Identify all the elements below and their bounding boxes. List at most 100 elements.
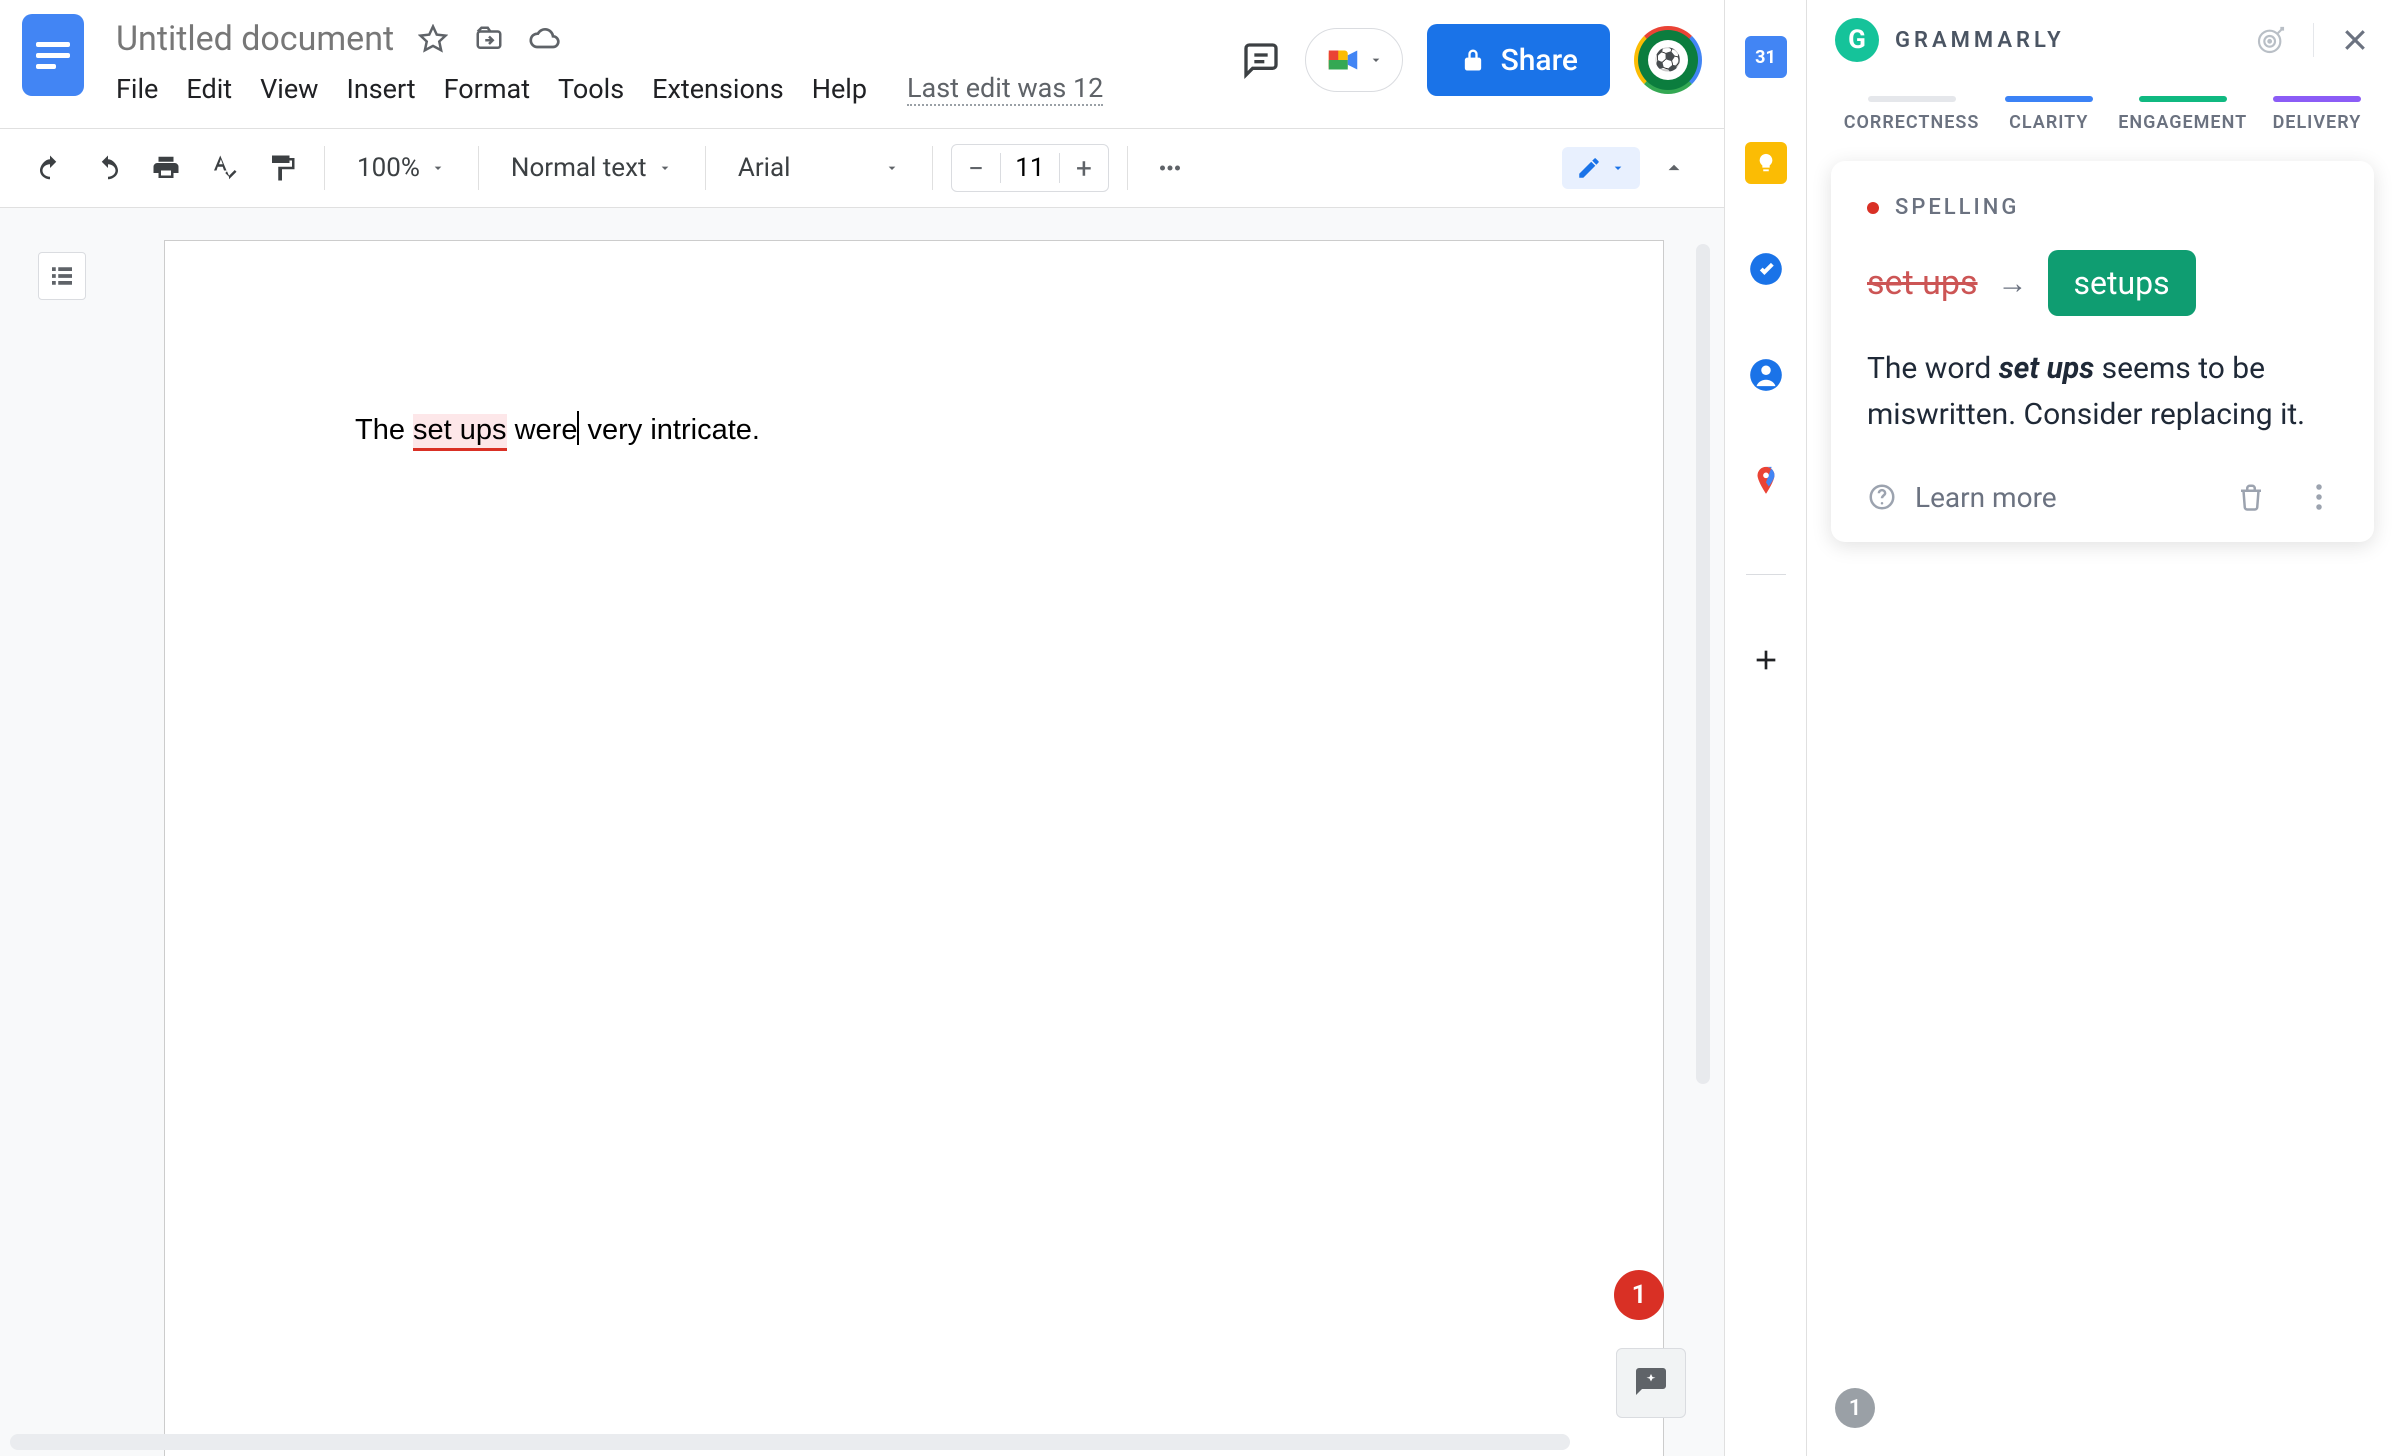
accept-suggestion-button[interactable]: setups xyxy=(2048,250,2196,316)
zoom-dropdown[interactable]: 100% xyxy=(343,144,460,192)
outline-toggle-button[interactable] xyxy=(38,252,86,300)
cloud-status-icon[interactable] xyxy=(528,22,562,56)
docs-logo[interactable] xyxy=(22,14,84,96)
close-icon[interactable] xyxy=(2340,25,2370,55)
increase-font-button[interactable]: + xyxy=(1060,145,1108,191)
last-edit-link[interactable]: Last edit was 12 xyxy=(907,72,1103,106)
suggestion-description: The word set ups seems to be miswritten.… xyxy=(1867,346,2338,438)
learn-more-link[interactable]: Learn more xyxy=(1915,481,2057,514)
move-icon[interactable] xyxy=(472,22,506,56)
side-panel: 31 xyxy=(1724,0,1806,1456)
tab-delivery[interactable]: DELIVERY xyxy=(2273,96,2362,133)
document-title[interactable]: Untitled document xyxy=(116,19,394,59)
docs-logo-icon xyxy=(36,36,70,75)
title-row: Untitled document xyxy=(116,14,1241,64)
menu-file[interactable]: File xyxy=(116,73,158,105)
menu-view[interactable]: View xyxy=(260,73,318,105)
more-toolbar-button[interactable] xyxy=(1146,144,1194,192)
grammarly-panel: G GRAMMARLY CORRECTNESS CLARITY ENGAGEME… xyxy=(1806,0,2398,1456)
add-app-button[interactable] xyxy=(1745,639,1787,681)
grammarly-tabs: CORRECTNESS CLARITY ENGAGEMENT DELIVERY xyxy=(1807,96,2398,133)
zoom-value: 100% xyxy=(357,153,420,183)
print-button[interactable] xyxy=(142,144,190,192)
doc-text-error[interactable]: set ups xyxy=(413,414,507,451)
arrow-right-icon: → xyxy=(1998,266,2028,301)
meet-button[interactable] xyxy=(1305,28,1403,92)
menu-insert[interactable]: Insert xyxy=(346,73,415,105)
font-dropdown[interactable]: Arial xyxy=(724,144,914,192)
decrease-font-button[interactable]: − xyxy=(952,145,1000,191)
side-panel-divider xyxy=(1746,574,1786,575)
user-avatar[interactable]: ⚽ xyxy=(1634,26,1702,94)
tab-clarity[interactable]: CLARITY xyxy=(2005,96,2093,133)
meet-icon xyxy=(1324,41,1362,79)
title-block: Untitled document File Edit View Insert … xyxy=(116,14,1241,106)
editing-mode-dropdown[interactable] xyxy=(1562,147,1640,189)
collapse-toolbar-button[interactable] xyxy=(1650,144,1698,192)
document-canvas: The set ups were very intricate. 1 xyxy=(0,208,1724,1456)
pencil-icon xyxy=(1576,155,1602,181)
tab-engagement[interactable]: ENGAGEMENT xyxy=(2118,96,2247,133)
paint-format-button[interactable] xyxy=(258,144,306,192)
grammarly-logo-icon: G xyxy=(1835,18,1879,62)
grammarly-brand: GRAMMARLY xyxy=(1895,28,2065,53)
menu-bar: File Edit View Insert Format Tools Exten… xyxy=(116,72,1241,106)
contacts-app-icon[interactable] xyxy=(1745,354,1787,396)
grammarly-count-badge[interactable]: 1 xyxy=(1614,1270,1664,1320)
spellcheck-button[interactable] xyxy=(200,144,248,192)
lock-icon xyxy=(1459,46,1487,74)
dismiss-icon[interactable] xyxy=(2232,478,2270,516)
explore-button[interactable] xyxy=(1616,1348,1686,1418)
caret-down-icon xyxy=(1610,160,1626,176)
header-right: Share ⚽ xyxy=(1241,14,1702,96)
toolbar: 100% Normal text Arial − 11 + xyxy=(0,128,1724,208)
category-dot-icon xyxy=(1867,202,1879,214)
calendar-app-icon[interactable]: 31 xyxy=(1745,36,1787,78)
caret-down-icon xyxy=(657,160,673,176)
separator xyxy=(705,146,706,190)
calendar-day: 31 xyxy=(1755,47,1776,68)
grammarly-footer-count[interactable]: 1 xyxy=(1835,1388,1875,1428)
docs-app: Untitled document File Edit View Insert … xyxy=(0,0,1724,1456)
help-icon[interactable] xyxy=(1867,482,1897,512)
caret-down-icon xyxy=(1368,52,1384,68)
separator xyxy=(2313,23,2314,57)
undo-button[interactable] xyxy=(26,144,74,192)
font-size-value[interactable]: 11 xyxy=(1000,153,1060,183)
doc-text-suffix: very intricate. xyxy=(579,414,760,446)
separator xyxy=(324,146,325,190)
paragraph-style-dropdown[interactable]: Normal text xyxy=(497,144,687,192)
suggestion-card: SPELLING set ups → setups The word set u… xyxy=(1831,161,2374,542)
menu-edit[interactable]: Edit xyxy=(186,73,232,105)
font-value: Arial xyxy=(738,153,791,183)
comments-icon[interactable] xyxy=(1241,40,1281,80)
grammarly-header: G GRAMMARLY xyxy=(1807,0,2398,80)
menu-format[interactable]: Format xyxy=(444,73,530,105)
avatar-icon: ⚽ xyxy=(1648,40,1688,80)
tasks-app-icon[interactable] xyxy=(1745,248,1787,290)
font-size-control: − 11 + xyxy=(951,144,1109,192)
vertical-scrollbar[interactable] xyxy=(1696,244,1710,1084)
menu-extensions[interactable]: Extensions xyxy=(652,73,784,105)
menu-tools[interactable]: Tools xyxy=(558,73,624,105)
star-icon[interactable] xyxy=(416,22,450,56)
document-page[interactable]: The set ups were very intricate. xyxy=(164,240,1664,1456)
share-button[interactable]: Share xyxy=(1427,24,1610,96)
maps-app-icon[interactable] xyxy=(1745,460,1787,502)
horizontal-scrollbar[interactable] xyxy=(10,1434,1570,1450)
doc-text-prefix: The xyxy=(355,414,413,446)
redo-button[interactable] xyxy=(84,144,132,192)
header: Untitled document File Edit View Insert … xyxy=(0,0,1724,128)
tab-correctness[interactable]: CORRECTNESS xyxy=(1844,96,1980,133)
caret-down-icon xyxy=(884,160,900,176)
menu-help[interactable]: Help xyxy=(812,73,867,105)
separator xyxy=(932,146,933,190)
original-text: set ups xyxy=(1867,263,1978,303)
doc-text-mid: were xyxy=(507,414,578,446)
separator xyxy=(478,146,479,190)
share-label: Share xyxy=(1501,43,1578,78)
keep-app-icon[interactable] xyxy=(1745,142,1787,184)
goals-icon[interactable] xyxy=(2255,24,2287,56)
style-value: Normal text xyxy=(511,153,647,183)
more-options-icon[interactable] xyxy=(2300,478,2338,516)
